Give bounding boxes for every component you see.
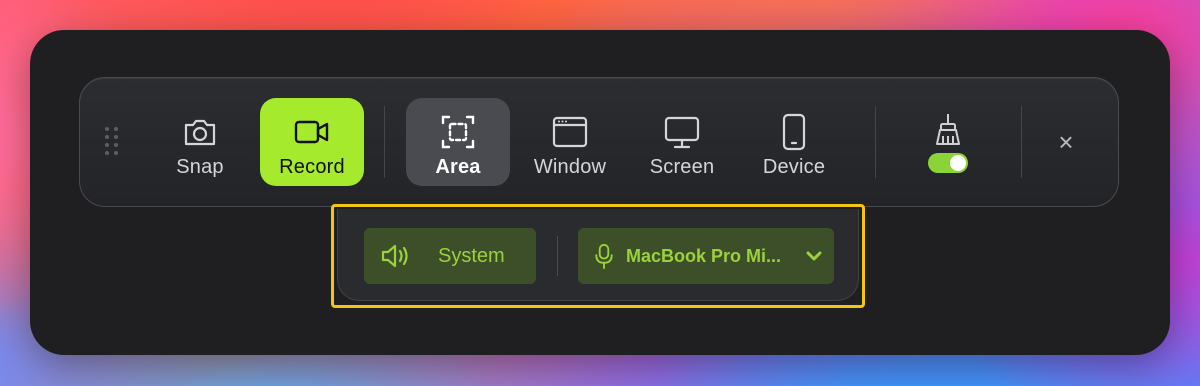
microphone-icon <box>595 243 613 269</box>
microphone-label: MacBook Pro Mi... <box>626 245 782 266</box>
toolbar-divider <box>1021 106 1022 178</box>
speaker-icon <box>381 244 408 268</box>
chevron-down-icon[interactable] <box>804 246 824 266</box>
system-audio-label: System <box>438 244 505 267</box>
drag-handle-icon[interactable] <box>104 126 120 158</box>
screen-button[interactable]: Screen <box>630 98 734 186</box>
clean-desktop-toggle[interactable] <box>928 153 968 173</box>
microphone-select[interactable]: MacBook Pro Mi... <box>578 228 834 284</box>
window-button[interactable]: Window <box>518 98 622 186</box>
close-button[interactable]: × <box>1046 122 1086 162</box>
window-icon <box>552 116 588 148</box>
audio-divider <box>557 236 558 276</box>
record-button[interactable]: Record <box>260 98 364 186</box>
record-label: Record <box>279 156 345 178</box>
area-label: Area <box>435 156 481 178</box>
device-button[interactable]: Device <box>742 98 846 186</box>
area-button[interactable]: Area <box>406 98 510 186</box>
area-select-icon <box>441 115 475 149</box>
system-audio-button[interactable]: System <box>364 228 536 284</box>
screen-label: Screen <box>649 156 715 178</box>
camera-icon <box>184 119 216 146</box>
snap-label: Snap <box>176 156 224 178</box>
close-icon: × <box>1058 126 1074 157</box>
window-label: Window <box>533 156 607 178</box>
device-label: Device <box>762 156 826 178</box>
video-camera-icon <box>294 120 329 144</box>
broom-icon <box>936 114 960 145</box>
monitor-icon <box>664 116 700 149</box>
toolbar-divider <box>384 106 385 178</box>
snap-button[interactable]: Snap <box>148 98 252 186</box>
toolbar-divider <box>875 106 876 178</box>
phone-icon <box>782 113 806 151</box>
toggle-knob <box>950 155 966 171</box>
